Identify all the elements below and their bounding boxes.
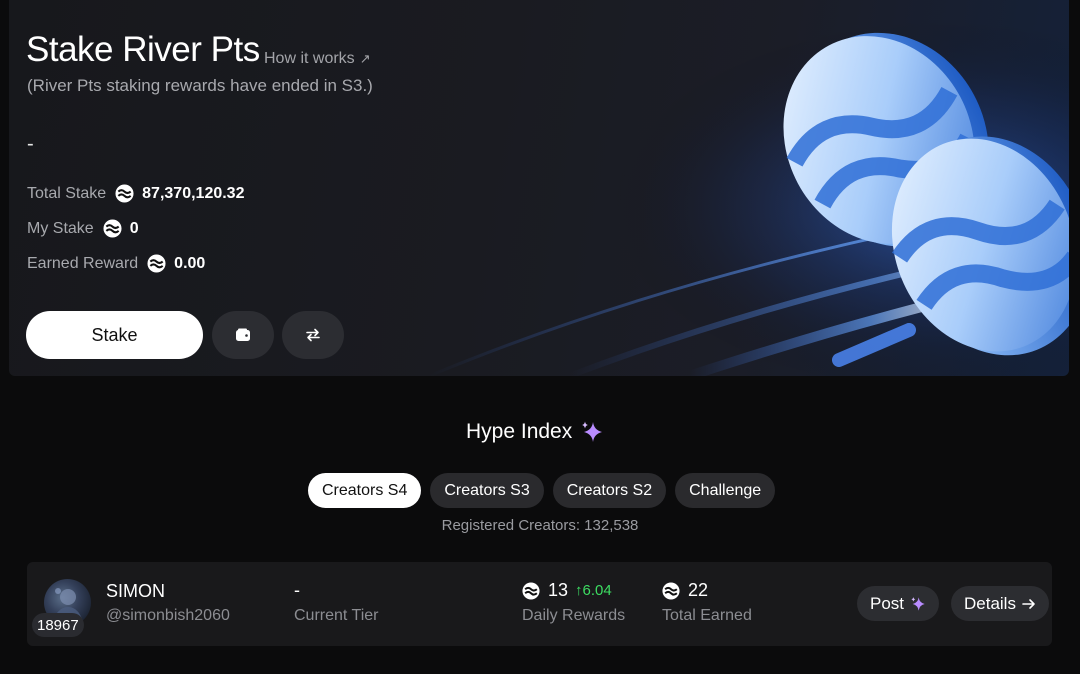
sparkle-icon xyxy=(582,421,603,442)
post-button-label: Post xyxy=(870,593,905,613)
total-earned-label: Total Earned xyxy=(662,607,752,624)
river-pts-coin-icon xyxy=(103,219,122,238)
daily-rewards-amount: 13 xyxy=(548,580,569,600)
tier-label: Current Tier xyxy=(294,607,379,624)
my-stake-value: 0 xyxy=(129,219,139,237)
swap-button[interactable] xyxy=(282,311,344,359)
arrow-up-icon: ↑ xyxy=(575,582,583,599)
daily-rewards-delta-value: 6.04 xyxy=(582,582,612,599)
my-stake-row: My Stake 0 xyxy=(27,219,139,238)
swap-arrows-icon xyxy=(306,328,320,342)
total-stake-label: Total Stake xyxy=(27,184,107,202)
tab-creators-s3[interactable]: Creators S3 xyxy=(430,473,544,508)
arrow-up-right-icon: ↗ xyxy=(359,51,371,66)
tab-challenge[interactable]: Challenge xyxy=(675,473,776,508)
daily-rewards-label: Daily Rewards xyxy=(522,607,626,624)
tier-value: - xyxy=(294,580,300,600)
stake-button[interactable]: Stake xyxy=(26,311,203,359)
stake-card: Stake River Pts How it works ↗ (River Pts… xyxy=(9,0,1069,376)
earned-reward-label: Earned Reward xyxy=(27,254,139,272)
details-button[interactable]: Details xyxy=(951,586,1049,621)
my-stake-label: My Stake xyxy=(27,219,94,237)
wallet-icon xyxy=(236,328,250,341)
registered-creators-count: Registered Creators: 132,538 xyxy=(441,517,639,534)
total-earned-value: 22 xyxy=(662,580,708,601)
wallet-button[interactable] xyxy=(212,311,274,359)
creator-handle: @simonbish2060 xyxy=(106,607,230,624)
daily-rewards-delta: ↑6.04 xyxy=(575,582,612,599)
post-button[interactable]: Post xyxy=(857,586,940,621)
how-it-works-label: How it works xyxy=(264,50,355,67)
details-button-label: Details xyxy=(964,593,1016,613)
hype-index-title: Hype Index xyxy=(466,420,604,444)
earned-reward-row: Earned Reward 0.00 xyxy=(27,254,205,273)
creator-row: 18967 SIMON @simonbish2060 - Current Tie… xyxy=(27,562,1052,646)
arrow-right-icon xyxy=(1022,598,1035,609)
staking-ended-note: (River Pts staking rewards have ended in… xyxy=(27,76,373,95)
how-it-works-link[interactable]: How it works ↗ xyxy=(264,50,371,68)
river-pts-coin-icon xyxy=(662,581,680,600)
tab-creators-s4[interactable]: Creators S4 xyxy=(308,473,422,508)
rank-badge: 18967 xyxy=(32,613,84,637)
tab-creators-s2[interactable]: Creators S2 xyxy=(552,473,667,508)
hype-index-label: Hype Index xyxy=(466,420,573,443)
daily-rewards-value: 13 ↑6.04 xyxy=(522,580,612,601)
earned-reward-value: 0.00 xyxy=(174,254,206,272)
apr-value: - xyxy=(27,133,34,155)
total-stake-row: Total Stake 87,370,120.32 xyxy=(27,184,244,203)
sparkle-icon xyxy=(911,596,925,611)
total-stake-value: 87,370,120.32 xyxy=(142,184,245,202)
page-title: Stake River Pts xyxy=(26,30,260,69)
creator-name: SIMON xyxy=(106,581,166,601)
total-earned-amount: 22 xyxy=(688,580,709,600)
creator-season-tabs: Creators S4 Creators S3 Creators S2 Chal… xyxy=(308,473,776,508)
river-pts-coin-icon xyxy=(115,184,134,203)
river-pts-coin-icon xyxy=(147,254,166,273)
river-pts-coin-icon xyxy=(522,581,540,600)
